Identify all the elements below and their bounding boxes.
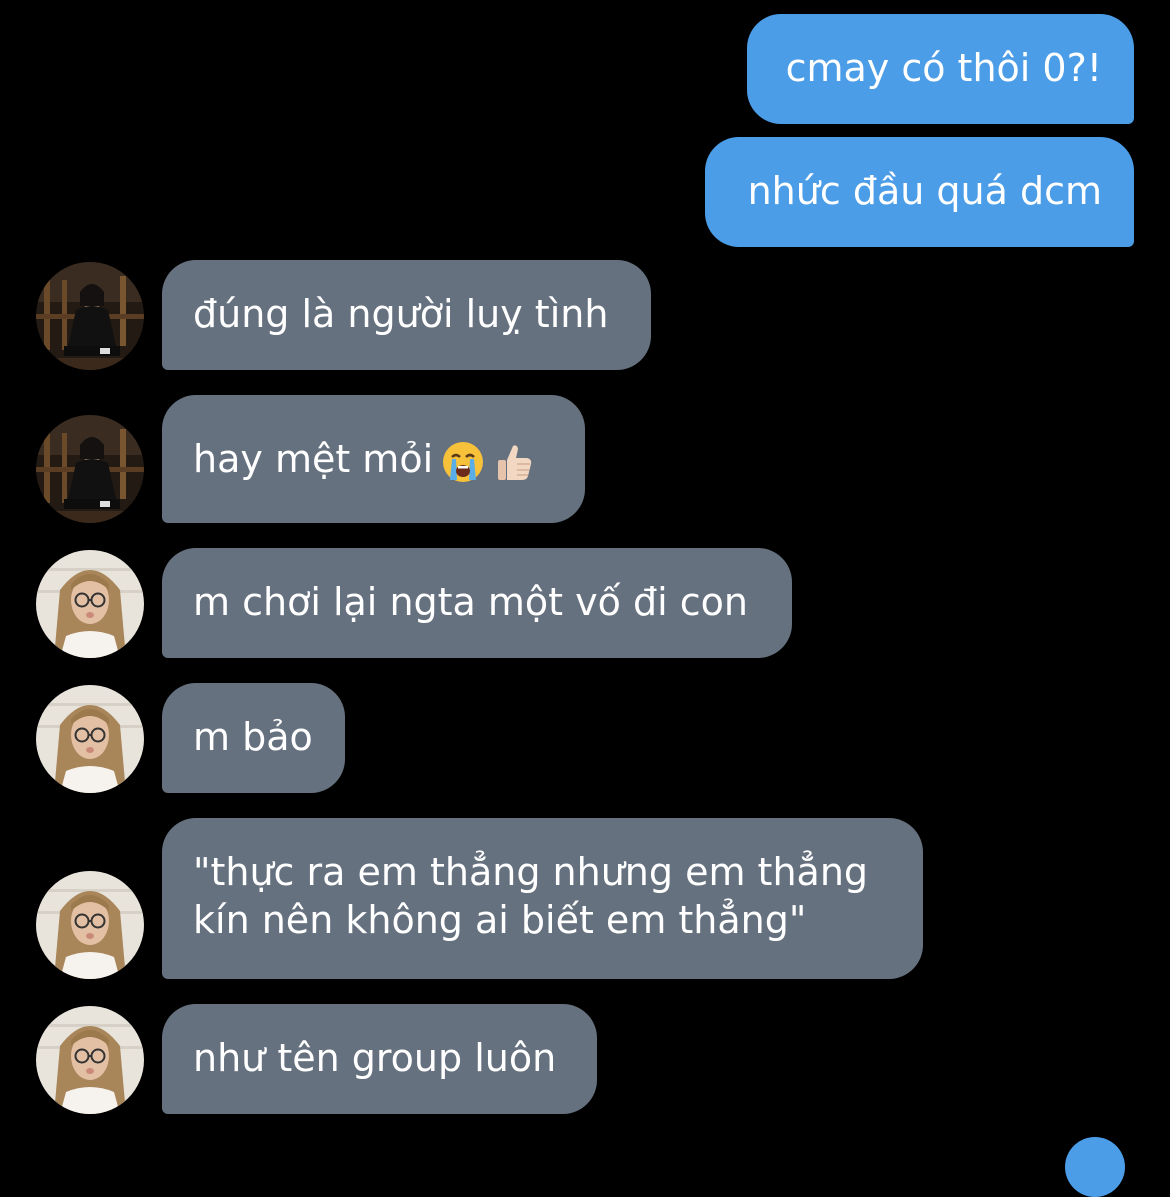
avatar-photo bbox=[36, 1006, 144, 1114]
avatar-photo bbox=[36, 550, 144, 658]
sent-message-bubble[interactable]: nhức đầu quá dcm bbox=[705, 137, 1134, 247]
received-message-bubble[interactable]: đúng là người luỵ tình bbox=[162, 260, 651, 370]
message-text: đúng là người luỵ tình bbox=[193, 292, 609, 336]
avatar-photo bbox=[36, 685, 144, 793]
message-text: nhức đầu quá dcm bbox=[747, 169, 1102, 213]
message-text: như tên group luôn bbox=[193, 1036, 557, 1080]
contact-avatar[interactable] bbox=[36, 1006, 144, 1114]
received-message-bubble[interactable]: m chơi lại ngta một vố đi con bbox=[162, 548, 792, 658]
received-message-bubble[interactable]: m bảo bbox=[162, 683, 345, 793]
partial-sent-bubble bbox=[1065, 1137, 1125, 1197]
avatar-photo bbox=[36, 262, 144, 370]
received-message-bubble[interactable]: "thực ra em thẳng nhưng em thẳng kín nên… bbox=[162, 818, 923, 979]
message-text: m chơi lại ngta một vố đi con bbox=[193, 580, 748, 624]
contact-avatar[interactable] bbox=[36, 871, 144, 979]
message-text: cmay có thôi 0?! bbox=[785, 46, 1102, 90]
contact-avatar[interactable] bbox=[36, 262, 144, 370]
contact-avatar[interactable] bbox=[36, 550, 144, 658]
message-text-line: kín nên không ai biết em thẳng" bbox=[193, 898, 807, 942]
message-text: m bảo bbox=[193, 715, 313, 759]
avatar-photo bbox=[36, 415, 144, 523]
contact-avatar[interactable] bbox=[36, 415, 144, 523]
avatar-photo bbox=[36, 871, 144, 979]
message-text: hay mệt mỏi bbox=[193, 437, 434, 481]
message-text-line: "thực ra em thẳng nhưng em thẳng bbox=[193, 850, 869, 894]
loudly-crying-face-emoji bbox=[441, 440, 485, 484]
thumbs-up-emoji bbox=[493, 440, 537, 484]
received-message-bubble[interactable]: như tên group luôn bbox=[162, 1004, 597, 1114]
sent-message-bubble[interactable]: cmay có thôi 0?! bbox=[747, 14, 1134, 124]
contact-avatar[interactable] bbox=[36, 685, 144, 793]
received-message-bubble[interactable]: hay mệt mỏi bbox=[162, 395, 585, 523]
